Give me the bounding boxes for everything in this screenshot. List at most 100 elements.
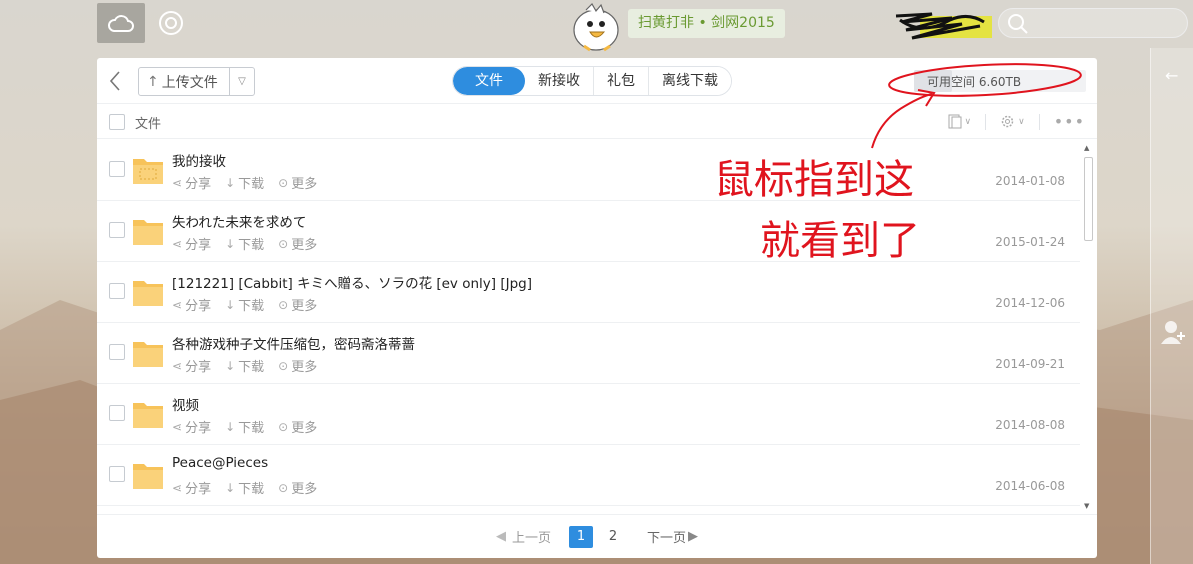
download-icon: ↓	[225, 419, 236, 434]
row-checkbox[interactable]	[109, 466, 125, 482]
shared-folder-icon[interactable]	[132, 155, 164, 185]
row-checkbox[interactable]	[109, 161, 125, 177]
prev-page-button[interactable]: ◀ 上一页	[496, 527, 551, 546]
promo-banner[interactable]: 扫黄打非 • 剑网2015	[628, 9, 785, 38]
list-item[interactable]: [121221] [Cabbit] キミへ贈る、ソラの花 [ev only] […	[97, 262, 1080, 323]
tab-gift[interactable]: 礼包	[593, 67, 648, 95]
share-button[interactable]: ⋖ 分享	[172, 173, 212, 193]
download-icon: ↓	[225, 175, 236, 190]
chevron-circle-icon: ⊙	[278, 297, 289, 312]
file-manager-panel: ↑ 上传文件 ▽ 文件 新接收 礼包 离线下载 可用空间 6.60TB 文件 ∨	[97, 58, 1097, 558]
add-friend-icon[interactable]	[1159, 318, 1187, 346]
folder-icon[interactable]	[132, 460, 164, 490]
scroll-down-icon[interactable]: ▼	[1084, 502, 1089, 510]
list-item[interactable]: 视频 ⋖ 分享 ↓ 下载 ⊙ 更多 2014-08-08	[97, 384, 1080, 445]
download-button[interactable]: ↓ 下载	[225, 234, 264, 254]
upload-dropdown-button[interactable]: ▽	[230, 68, 254, 95]
more-button[interactable]: ⊙ 更多	[278, 295, 317, 315]
more-button[interactable]: ⊙ 更多	[278, 356, 317, 376]
row-checkbox[interactable]	[109, 222, 125, 238]
more-options-button[interactable]: •••	[1054, 112, 1085, 131]
next-page-label: 下一页	[647, 531, 687, 546]
right-sidebar: ←	[1150, 48, 1193, 564]
more-label: 更多	[291, 238, 318, 253]
folder-icon[interactable]	[132, 277, 164, 307]
tab-new-received[interactable]: 新接收	[525, 67, 593, 95]
more-button[interactable]: ⊙ 更多	[278, 417, 317, 437]
row-checkbox[interactable]	[109, 344, 125, 360]
cloud-nav-button[interactable]	[97, 3, 145, 43]
discover-nav-button[interactable]	[150, 3, 192, 43]
folder-icon[interactable]	[132, 216, 164, 246]
list-header: 文件 ∨ ∨ •••	[97, 104, 1097, 139]
download-icon: ↓	[225, 297, 236, 312]
arrow-up-icon: ↑	[147, 73, 159, 90]
share-label: 分享	[185, 421, 212, 436]
chevron-left-icon	[109, 71, 120, 91]
download-button[interactable]: ↓ 下载	[225, 417, 264, 437]
tab-offline-download[interactable]: 离线下载	[648, 67, 731, 95]
download-button[interactable]: ↓ 下载	[225, 478, 264, 498]
search-input[interactable]	[1033, 13, 1181, 33]
file-name[interactable]: 失われた未来を求めて	[172, 211, 306, 231]
download-button[interactable]: ↓ 下载	[225, 173, 264, 193]
row-checkbox[interactable]	[109, 405, 125, 421]
row-actions: ⋖ 分享 ↓ 下载 ⊙ 更多	[172, 478, 331, 498]
more-button[interactable]: ⊙ 更多	[278, 478, 317, 498]
share-icon: ⋖	[172, 175, 183, 190]
list-item[interactable]: 各种游戏种子文件压缩包，密码斋洛蒂蔷 ⋖ 分享 ↓ 下载 ⊙ 更多 2014-09-2…	[97, 323, 1080, 384]
next-page-button[interactable]: 下一页 ▶	[647, 527, 698, 546]
mascot-duck-icon[interactable]	[568, 2, 626, 52]
file-date: 2014-06-08	[995, 479, 1065, 493]
view-mode-button[interactable]: ∨	[948, 114, 971, 129]
file-name[interactable]: 我的接收	[172, 150, 226, 170]
search-icon[interactable]	[1007, 13, 1029, 35]
vertical-scrollbar[interactable]: ▲ ▼	[1082, 142, 1094, 514]
share-button[interactable]: ⋖ 分享	[172, 356, 211, 376]
file-date: 2014-12-06	[995, 296, 1065, 310]
list-item[interactable]: 失われた未来を求めて ⋖ 分享 ↓ 下载 ⊙ 更多 2015-01-24	[97, 201, 1080, 262]
arrow-left-icon: ◀	[495, 529, 506, 544]
scroll-thumb[interactable]	[1084, 157, 1093, 241]
file-name[interactable]: Peace@Pieces	[172, 455, 268, 471]
row-checkbox[interactable]	[109, 283, 125, 299]
file-name[interactable]: 各种游戏种子文件压缩包，密码斋洛蒂蔷	[172, 333, 415, 353]
share-button[interactable]: ⋖ 分享	[172, 417, 212, 437]
row-actions: ⋖ 分享 ↓ 下载 ⊙ 更多	[172, 356, 331, 376]
download-button[interactable]: ↓ 下载	[225, 356, 264, 376]
prev-page-label: 上一页	[511, 531, 551, 546]
share-button[interactable]: ⋖ 分享	[172, 234, 211, 254]
more-button[interactable]: ⊙ 更多	[278, 234, 318, 254]
back-button[interactable]	[103, 66, 127, 96]
tab-files[interactable]: 文件	[453, 67, 525, 95]
search-box[interactable]	[998, 8, 1188, 38]
page-2-button[interactable]: 2	[601, 526, 625, 548]
pagination: ◀ 上一页 1 2 下一页 ▶	[97, 514, 1097, 558]
download-button[interactable]: ↓ 下载	[225, 295, 264, 315]
arrow-left-icon[interactable]: ←	[1165, 66, 1178, 85]
upload-button-group: ↑ 上传文件 ▽	[138, 67, 255, 96]
share-icon: ⋖	[172, 419, 183, 434]
file-name[interactable]: [121221] [Cabbit] キミへ贈る、ソラの花 [ev only] […	[172, 272, 532, 292]
select-all-checkbox[interactable]	[109, 114, 125, 130]
page-1-button[interactable]: 1	[569, 525, 593, 548]
share-button[interactable]: ⋖ 分享	[172, 478, 211, 498]
chevron-down-icon: ▽	[238, 76, 246, 87]
chevron-circle-icon: ⊙	[278, 419, 289, 434]
sort-button[interactable]: ∨	[1000, 114, 1025, 129]
file-date: 2014-09-21	[995, 357, 1065, 371]
folder-icon[interactable]	[132, 399, 164, 429]
list-item[interactable]: 我的接收 ⋖ 分享 ↓ 下载 ⊙ 更多 2014-01-08	[97, 140, 1080, 201]
scroll-up-icon[interactable]: ▲	[1084, 144, 1089, 152]
more-button[interactable]: ⊙ 更多	[278, 173, 317, 193]
upload-label: 上传文件	[161, 74, 218, 91]
chevron-circle-icon: ⊙	[278, 358, 289, 373]
folder-icon[interactable]	[132, 338, 164, 368]
file-name[interactable]: 视频	[172, 394, 199, 414]
list-item[interactable]: Peace@Pieces ⋖ 分享 ↓ 下载 ⊙ 更多 2014-06-08	[97, 445, 1080, 506]
share-button[interactable]: ⋖ 分享	[172, 295, 211, 315]
upload-file-button[interactable]: ↑ 上传文件	[139, 68, 230, 95]
row-actions: ⋖ 分享 ↓ 下载 ⊙ 更多	[172, 234, 331, 254]
share-label: 分享	[185, 177, 212, 192]
storage-quota-bar[interactable]: 可用空间 6.60TB	[914, 70, 1086, 92]
